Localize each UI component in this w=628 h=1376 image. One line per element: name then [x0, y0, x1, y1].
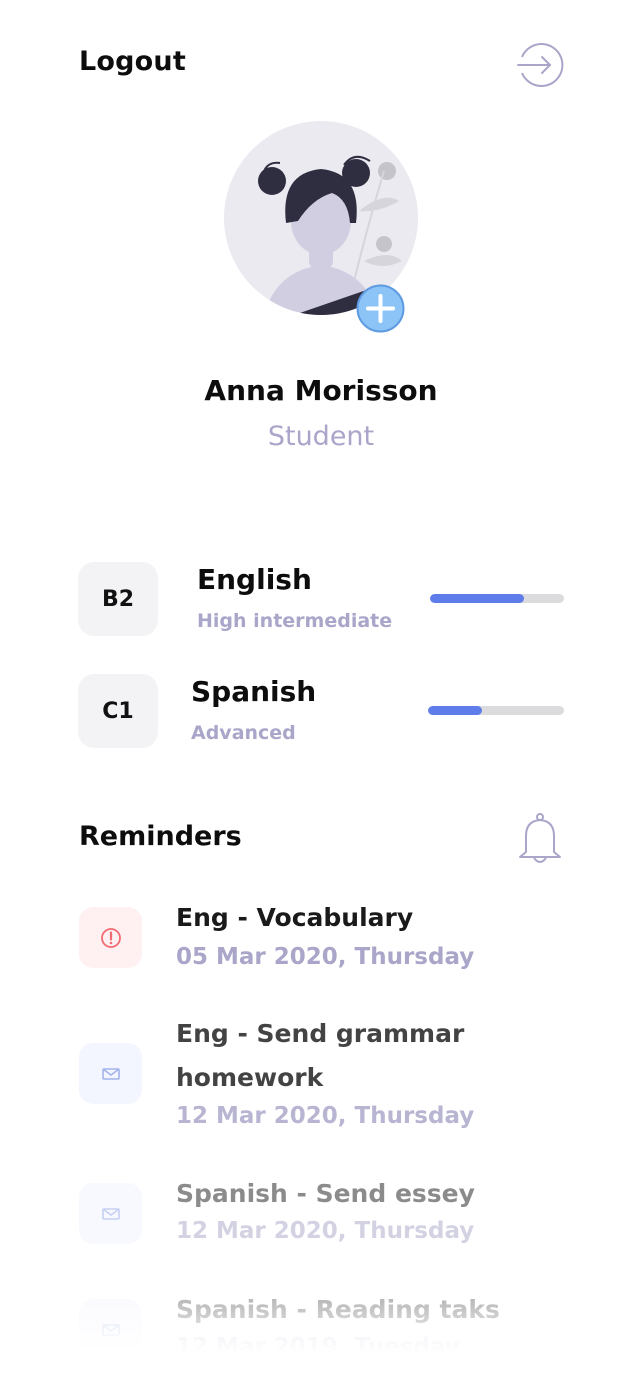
language-progress-fill: [428, 706, 483, 715]
profile-screen: Logout Anna Morisson Student B2 English …: [0, 0, 628, 1376]
language-progress-bar: [430, 594, 564, 603]
language-level-name: High intermediate: [197, 610, 393, 632]
reminder-title: Spanish - Send essey: [176, 1179, 475, 1208]
mail-icon: [79, 1299, 142, 1360]
language-level-badge: B2: [78, 562, 158, 636]
plus-icon: [356, 284, 405, 333]
reminder-date: 12 Mar 2020, Thursday: [176, 1218, 475, 1244]
language-name: Spanish: [191, 675, 317, 708]
language-progress-fill: [430, 594, 524, 603]
reminders-title: Reminders: [79, 821, 242, 852]
reminder-title: Spanish - Reading taks: [176, 1295, 500, 1324]
language-level-badge: C1: [78, 674, 158, 748]
add-photo-button[interactable]: [356, 284, 405, 333]
reminder-item[interactable]: Spanish - Send essey 12 Mar 2020, Thursd…: [0, 1176, 628, 1256]
reminder-item[interactable]: Eng - Vocabulary 05 Mar 2020, Thursday: [0, 900, 628, 980]
mail-icon: [79, 1183, 142, 1244]
reminder-item[interactable]: Spanish - Reading taks 12 Mar 2019, Tues…: [0, 1292, 628, 1372]
reminder-date: 05 Mar 2020, Thursday: [176, 944, 475, 970]
user-name: Anna Morisson: [204, 374, 438, 407]
alert-icon: [79, 907, 142, 968]
reminder-title: Eng - Vocabulary: [176, 903, 414, 932]
user-role: Student: [267, 421, 375, 452]
language-name: English: [197, 563, 312, 596]
language-progress-bar: [428, 706, 564, 715]
mail-icon: [79, 1043, 142, 1104]
logout-label[interactable]: Logout: [79, 46, 186, 77]
reminder-item[interactable]: Eng - Send grammar homework 12 Mar 2020,…: [0, 1012, 628, 1136]
reminder-date: 12 Mar 2019, Tuesday: [176, 1334, 460, 1360]
logout-arrow-icon[interactable]: [514, 40, 564, 90]
reminder-date: 12 Mar 2020, Thursday: [176, 1103, 475, 1129]
language-level-name: Advanced: [191, 722, 296, 744]
bell-icon[interactable]: [516, 812, 564, 866]
reminder-title: Eng - Send grammar homework: [176, 1019, 465, 1092]
